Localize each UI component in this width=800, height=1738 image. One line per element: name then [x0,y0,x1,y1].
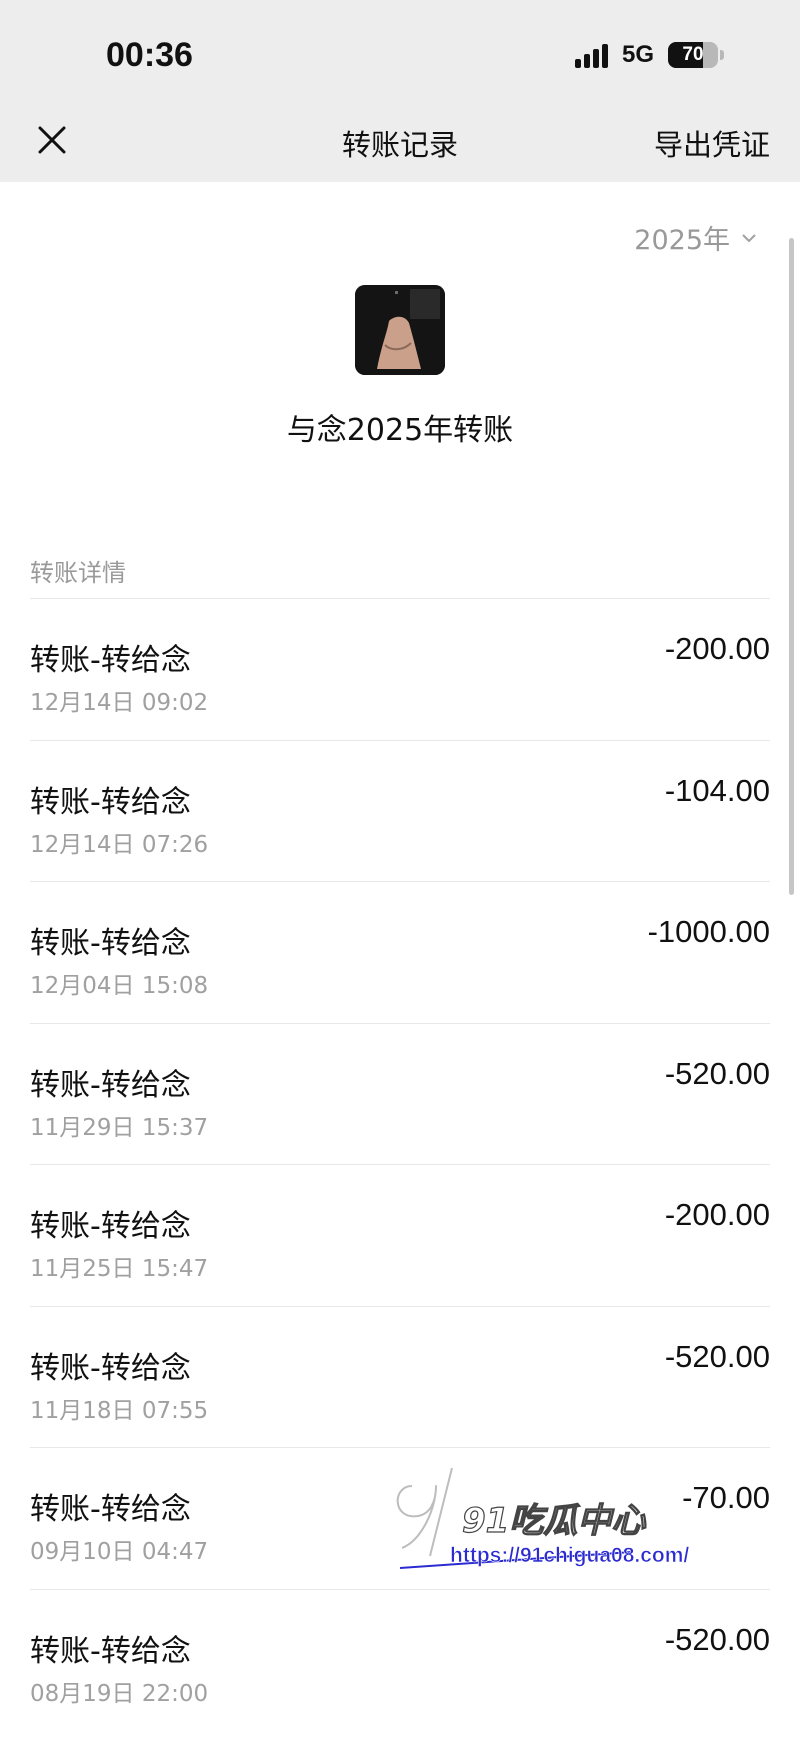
transfer-row[interactable]: 转账-转给念 12月14日 07:26 -104.00 [30,739,770,882]
transfer-amount: -70.00 [682,1480,770,1515]
transfer-row[interactable]: 转账-转给念 11月25日 15:47 -200.00 [30,1164,770,1306]
transfer-amount: -200.00 [664,631,770,666]
scrollbar[interactable] [789,238,794,895]
transfer-amount: -104.00 [664,772,770,808]
transfer-time: 12月14日 07:26 [30,831,209,858]
summary-title: 与念2025年转账 [286,413,514,448]
export-voucher-button[interactable]: 导出凭证 [654,122,770,164]
avatar [355,285,445,375]
transfer-amount: -200.00 [664,1197,770,1232]
status-time: 00:36 [106,36,193,74]
transfer-title: 转账-转给念 [30,926,191,961]
transfer-time: 11月25日 15:47 [30,1256,209,1282]
signal-icon [574,42,608,68]
battery-icon: 70 [668,42,718,68]
transfer-title: 转账-转给念 [30,1350,191,1386]
network-type: 5G [621,41,654,68]
transfer-row[interactable]: 转账-转给念 11月29日 15:37 -520.00 [30,1022,770,1165]
chevron-down-icon [742,233,756,242]
status-indicators: 5G 70 [574,40,724,70]
transfer-time: 12月04日 15:08 [30,973,209,999]
transfer-title: 转账-转给念 [30,643,191,678]
transfer-time: 11月29日 15:37 [30,1114,209,1141]
transfer-row[interactable]: 转账-转给念 09月10日 04:47 -70.00 [30,1447,770,1589]
transfer-amount: -1000.00 [647,914,770,949]
section-label: 转账详情 [30,559,126,587]
battery-percentage: 70 [682,44,704,65]
transfer-row[interactable]: 转账-转给念 08月19日 22:00 -520.00 [30,1588,770,1731]
transfer-title: 转账-转给念 [30,1067,191,1103]
transfer-title: 转账-转给念 [30,784,191,820]
transfer-row[interactable]: 转账-转给念 12月04日 15:08 -1000.00 [30,881,770,1023]
transfer-amount: -520.00 [664,1055,770,1091]
transfer-time: 09月10日 04:47 [30,1539,209,1565]
transfer-row[interactable]: 转账-转给念 11月18日 07:55 -520.00 [30,1305,770,1448]
transfer-time: 12月14日 09:02 [30,690,209,716]
header-bar: 00:36 5G 70 转账记录 导出凭证 [0,0,800,182]
year-label: 2025年 [634,225,730,256]
transfer-title: 转账-转给念 [30,1209,191,1244]
transfer-title: 转账-转给念 [30,1633,191,1669]
avatar-photo [355,285,445,375]
transfer-time: 11月18日 07:55 [30,1397,209,1424]
transfer-row[interactable]: 转账-转给念 12月14日 09:02 -200.00 [30,598,770,740]
year-selector[interactable]: 2025年 [634,218,758,257]
transfer-time: 08月19日 22:00 [30,1680,209,1707]
transfer-amount: -520.00 [664,1338,770,1374]
transfer-amount: -520.00 [664,1621,770,1657]
battery-cap [720,50,724,60]
transfer-list: 转账-转给念 12月14日 09:02 -200.00 转账-转给念 12月14… [30,598,770,1730]
transfer-title: 转账-转给念 [30,1492,191,1527]
